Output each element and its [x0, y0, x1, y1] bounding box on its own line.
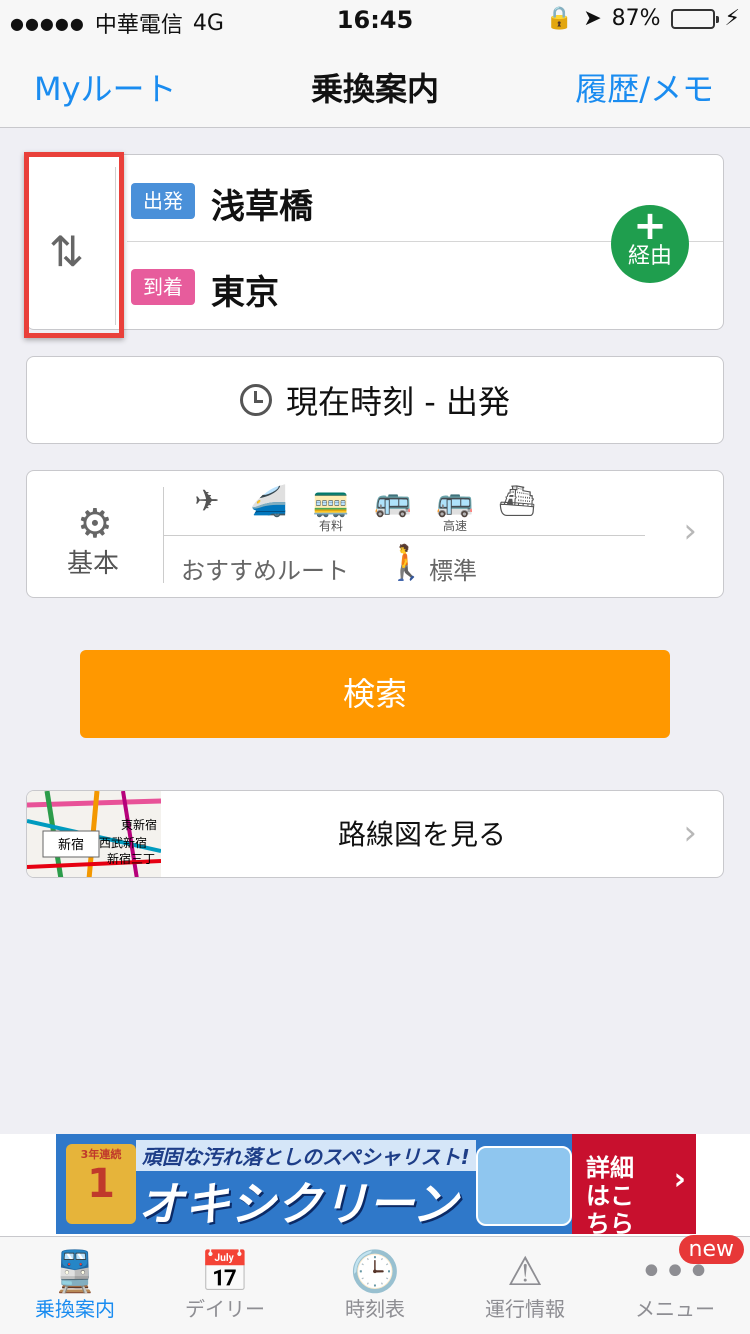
map-station-label: 東新宿: [121, 817, 157, 832]
chevron-right-icon: ›: [673, 1162, 686, 1197]
plane-icon: ✈: [194, 484, 220, 519]
rotation-lock-icon: 🔒: [545, 6, 574, 31]
swap-arrows-icon: ⇅: [49, 227, 85, 276]
station-card: 出発 浅草橋 到着 東京 + 経由: [26, 154, 724, 330]
arrival-tag: 到着: [131, 269, 195, 305]
departure-time-button[interactable]: 現在時刻 - 出発: [26, 356, 724, 444]
ad-medal: 3年連続 1: [66, 1144, 136, 1224]
walking-icon: 🚶: [385, 543, 428, 583]
location-icon: ➤: [583, 6, 602, 31]
limited-express-icon: 🚃 有料: [312, 484, 350, 534]
via-label: 経由: [627, 244, 672, 269]
settings-label: 基本: [67, 549, 120, 579]
ad-brand: オキシクリーン: [138, 1177, 458, 1231]
ad-banner[interactable]: 3年連続 1 頑固な汚れ落としのスペシャリスト! オキシクリーン 詳細はこちら …: [0, 1134, 750, 1236]
new-badge: new: [678, 1235, 744, 1264]
route-map-button[interactable]: 新宿 東新宿 西武新宿 新宿三丁 路線図を見る ›: [26, 790, 724, 878]
bus-icon: 🚌: [374, 484, 412, 519]
warning-icon: ⚠: [507, 1249, 543, 1295]
chevron-right-icon: ›: [683, 511, 697, 551]
departure-time-label: 現在時刻 - 出発: [286, 383, 510, 421]
swap-stations-button[interactable]: ⇅: [24, 152, 124, 338]
departure-tag: 出発: [131, 183, 195, 219]
ad-cta: 詳細はこちら ›: [572, 1134, 696, 1234]
train-icon: 🚆: [50, 1249, 100, 1295]
highway-bus-icon: 🚌 高速: [436, 484, 474, 534]
map-station-label: 西武新宿: [99, 835, 147, 850]
transport-modes: ✈ 🚄 🚃 有料 🚌 🚌 高速 ⛴: [187, 484, 537, 534]
ferry-icon: ⛴: [497, 484, 537, 519]
clock-icon: [240, 384, 273, 416]
tab-transfer[interactable]: 🚆 乗換案内: [0, 1237, 150, 1334]
search-button[interactable]: 検索: [80, 650, 670, 738]
charging-icon: ⚡: [724, 6, 740, 31]
route-preference: おすすめルート: [181, 557, 349, 585]
ad-headline: 頑固な汚れ落としのスペシャリスト!: [136, 1140, 476, 1171]
clock-icon: 🕒: [350, 1249, 400, 1295]
walk-speed: 標準: [429, 557, 477, 585]
gear-icon: ⚙: [77, 501, 113, 547]
arrival-station[interactable]: 東京: [211, 265, 279, 314]
map-station-label: 新宿三丁: [107, 851, 155, 866]
shinkansen-icon: 🚄: [250, 484, 288, 519]
tab-service-info[interactable]: ⚠ 運行情報: [450, 1237, 600, 1334]
add-via-button[interactable]: + 経由: [611, 205, 689, 283]
departure-station[interactable]: 浅草橋: [211, 179, 313, 228]
status-bar: ●●●●● 中華電信 4G 16:45 🔒 ➤ 87% ⚡: [0, 0, 750, 40]
map-station-label: 新宿: [58, 837, 84, 853]
battery-icon: [670, 8, 719, 29]
tab-menu[interactable]: ••• メニュー new: [600, 1235, 750, 1334]
chevron-right-icon: ›: [683, 813, 697, 853]
search-settings-button[interactable]: ⚙ 基本 ✈ 🚄 🚃 有料 🚌 🚌 高速 ⛴ おすすめルート 🚶 標準 ›: [26, 470, 724, 598]
route-map-label: 路線図を見る: [337, 818, 506, 851]
tab-timetable[interactable]: 🕒 時刻表: [300, 1237, 450, 1334]
history-memo-button[interactable]: 履歴/メモ: [575, 64, 714, 110]
tab-daily[interactable]: 📅 デイリー: [150, 1237, 300, 1334]
tab-bar: 🚆 乗換案内 📅 デイリー 🕒 時刻表 ⚠ 運行情報 ••• メニュー new: [0, 1235, 750, 1334]
route-map-thumbnail: 新宿 東新宿 西武新宿 新宿三丁: [27, 791, 161, 877]
ad-product-image: [476, 1146, 572, 1226]
navigation-bar: Myルート 乗換案内 履歴/メモ: [0, 40, 750, 128]
battery-percent: 87%: [611, 6, 661, 31]
day-calendar-icon: 📅: [200, 1249, 250, 1295]
plus-icon: +: [633, 203, 667, 249]
